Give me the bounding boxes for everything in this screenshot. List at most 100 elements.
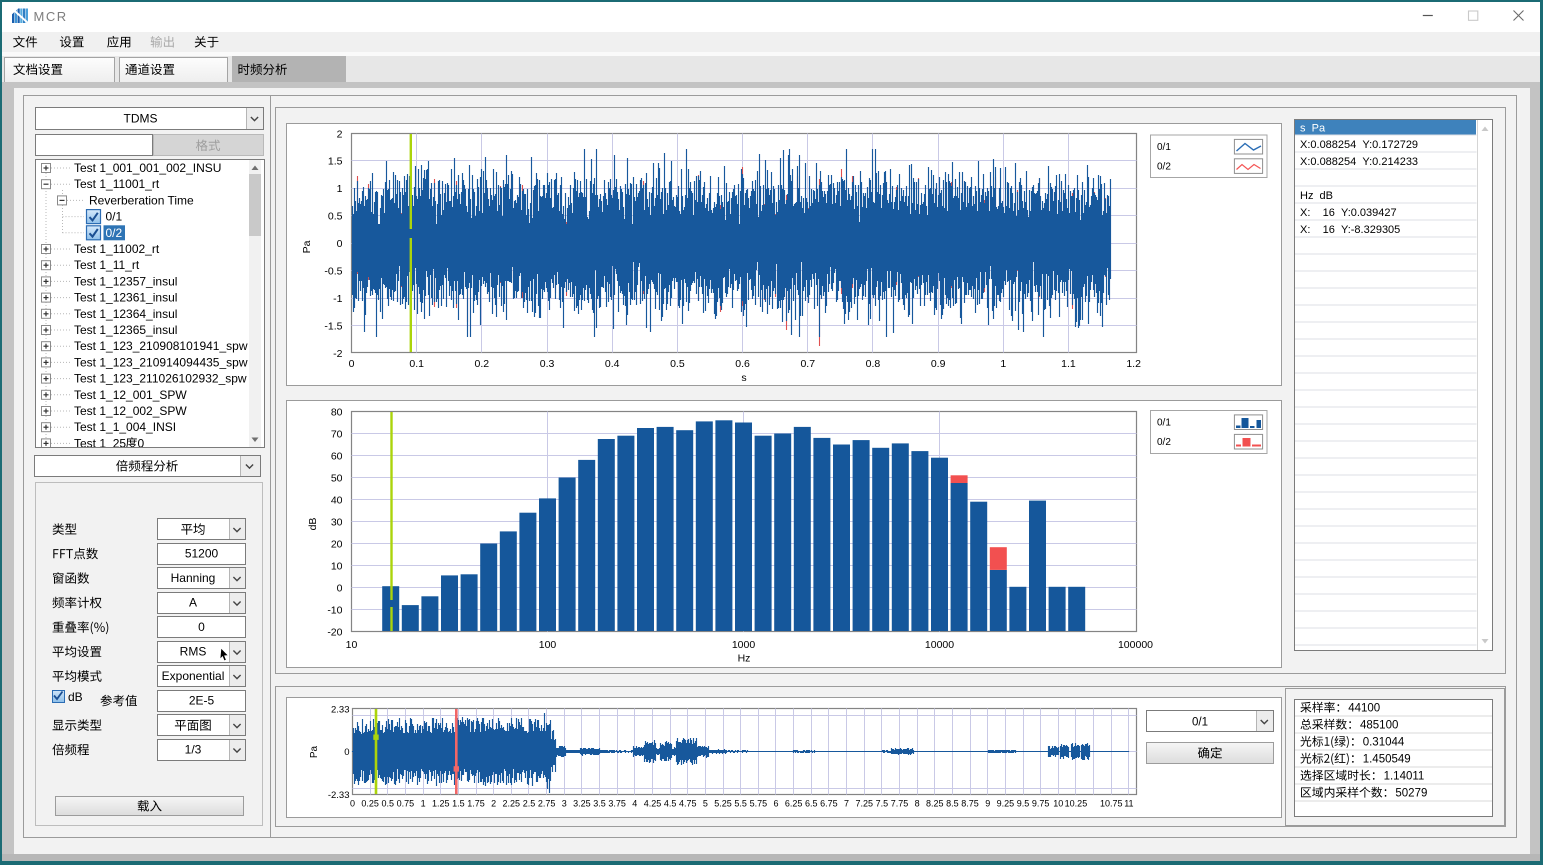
svg-text:1.14011: 1.14011 [1384, 771, 1425, 783]
svg-text:3.75: 3.75 [608, 799, 626, 809]
svg-text:10: 10 [346, 639, 358, 651]
svg-text:2: 2 [337, 128, 343, 140]
svg-text:4.75: 4.75 [679, 799, 697, 809]
svg-text:5.75: 5.75 [750, 799, 768, 809]
svg-text:7.25: 7.25 [855, 799, 873, 809]
svg-text:30: 30 [331, 516, 343, 528]
svg-text:6.75: 6.75 [820, 799, 838, 809]
svg-text:1/3: 1/3 [185, 743, 202, 757]
svg-text:0.4: 0.4 [605, 358, 620, 370]
svg-text:Test 1_12365_insul: Test 1_12365_insul [74, 323, 177, 337]
svg-text:0: 0 [349, 358, 355, 370]
svg-text:2.33: 2.33 [331, 704, 350, 715]
svg-text:0.5: 0.5 [382, 799, 395, 809]
svg-text:-10: -10 [327, 604, 342, 616]
svg-text:1: 1 [1000, 358, 1006, 370]
svg-text:9: 9 [985, 799, 990, 809]
svg-text:Test 1_25: Test 1_25 [74, 436, 126, 450]
svg-text:Pa: Pa [301, 240, 313, 253]
svg-text:1.5: 1.5 [328, 156, 343, 168]
svg-text:0.31044: 0.31044 [1363, 737, 1405, 749]
svg-text:0: 0 [138, 436, 145, 450]
svg-text:2.75: 2.75 [538, 799, 556, 809]
svg-text:70: 70 [331, 428, 343, 440]
svg-text:s: s [741, 372, 746, 384]
svg-text:dB: dB [68, 690, 83, 704]
svg-text:51200: 51200 [185, 547, 219, 561]
svg-text:Test 1_12364_insul: Test 1_12364_insul [74, 307, 177, 321]
svg-text:0/2: 0/2 [106, 226, 123, 240]
svg-text:-1.5: -1.5 [324, 320, 342, 332]
svg-text:3.25: 3.25 [573, 799, 591, 809]
svg-text:X:0.088254 Y:0.172729: X:0.088254 Y:0.172729 [1300, 139, 1418, 151]
svg-text:0: 0 [337, 582, 343, 594]
svg-text:Test 1_001_001_002_INSU: Test 1_001_001_002_INSU [74, 161, 221, 175]
svg-text:4: 4 [632, 799, 637, 809]
svg-text:6: 6 [773, 799, 778, 809]
svg-text:0/1: 0/1 [106, 210, 123, 224]
svg-text:0.8: 0.8 [866, 358, 881, 370]
svg-text:1: 1 [421, 799, 426, 809]
svg-text:Test 1_12357_insul: Test 1_12357_insul [74, 274, 177, 288]
svg-text:10.25: 10.25 [1065, 799, 1088, 809]
svg-text:Reverberation Time: Reverberation Time [89, 193, 194, 207]
svg-text:0: 0 [344, 747, 349, 758]
svg-text:0/1: 0/1 [1192, 717, 1208, 729]
svg-text:1.75: 1.75 [467, 799, 485, 809]
svg-text:Test 1_11001_rt: Test 1_11001_rt [74, 177, 160, 191]
svg-text:Test 1_11002_rt: Test 1_11002_rt [74, 242, 160, 256]
svg-text:7.5: 7.5 [876, 799, 889, 809]
svg-text:4.5: 4.5 [664, 799, 677, 809]
svg-text:dB: dB [307, 518, 319, 531]
svg-text:80: 80 [331, 406, 343, 418]
svg-text:0/2: 0/2 [1157, 162, 1171, 173]
svg-text:-2.33: -2.33 [328, 790, 350, 801]
svg-text:44100: 44100 [1348, 703, 1380, 715]
svg-text:7.75: 7.75 [891, 799, 909, 809]
svg-text:2E-5: 2E-5 [189, 694, 215, 708]
svg-text:8.5: 8.5 [946, 799, 959, 809]
svg-text:6.25: 6.25 [785, 799, 803, 809]
svg-text:0.75: 0.75 [397, 799, 415, 809]
svg-text:9.25: 9.25 [997, 799, 1015, 809]
svg-text:-20: -20 [327, 626, 342, 638]
svg-text:Test 1_1_004_INSI: Test 1_1_004_INSI [74, 420, 176, 434]
svg-text:X: 16 Y:0.039427: X: 16 Y:0.039427 [1300, 207, 1397, 219]
svg-text:Test 1_123_210908101941_spw: Test 1_123_210908101941_spw [74, 339, 248, 353]
svg-text:0.3: 0.3 [540, 358, 555, 370]
svg-text:Test 1_123_211026102932_spw: Test 1_123_211026102932_spw [74, 372, 247, 386]
svg-text:5.5: 5.5 [734, 799, 747, 809]
svg-text:-1: -1 [333, 293, 342, 305]
svg-text:8.75: 8.75 [961, 799, 979, 809]
svg-text:s Pa: s Pa [1300, 123, 1326, 135]
svg-text:20: 20 [331, 538, 343, 550]
svg-text:RMS: RMS [180, 645, 207, 659]
svg-text:A: A [189, 596, 197, 610]
svg-text:Pa: Pa [309, 745, 320, 758]
svg-text:0: 0 [198, 620, 205, 634]
svg-text:0.7: 0.7 [800, 358, 815, 370]
svg-text:3.5: 3.5 [593, 799, 606, 809]
svg-text:0/2: 0/2 [1157, 437, 1171, 448]
svg-text:Test 1_12361_insul: Test 1_12361_insul [74, 291, 177, 305]
svg-text:0.9: 0.9 [931, 358, 946, 370]
svg-text:-2: -2 [333, 348, 342, 360]
svg-text:100: 100 [539, 639, 557, 651]
svg-text:60: 60 [331, 450, 343, 462]
svg-text:0.5: 0.5 [328, 211, 343, 223]
svg-text:11: 11 [1124, 799, 1133, 809]
svg-text:0.25: 0.25 [361, 799, 379, 809]
svg-text:50279: 50279 [1395, 788, 1427, 800]
svg-text:1.25: 1.25 [432, 799, 450, 809]
svg-text:Test 1_12_002_SPW: Test 1_12_002_SPW [74, 404, 187, 418]
svg-text:Test 1_11_rt: Test 1_11_rt [74, 258, 140, 272]
svg-text:0.6: 0.6 [735, 358, 750, 370]
svg-text:0.5: 0.5 [670, 358, 685, 370]
svg-text:Test 1_12_001_SPW: Test 1_12_001_SPW [74, 388, 187, 402]
svg-text:1.2: 1.2 [1126, 358, 1141, 370]
svg-text:Exponential: Exponential [162, 669, 225, 683]
svg-text:10000: 10000 [925, 639, 954, 651]
svg-text:Hanning: Hanning [171, 571, 216, 585]
svg-text:X: 16 Y:-8.329305: X: 16 Y:-8.329305 [1300, 224, 1400, 236]
svg-text:6.5: 6.5 [805, 799, 818, 809]
